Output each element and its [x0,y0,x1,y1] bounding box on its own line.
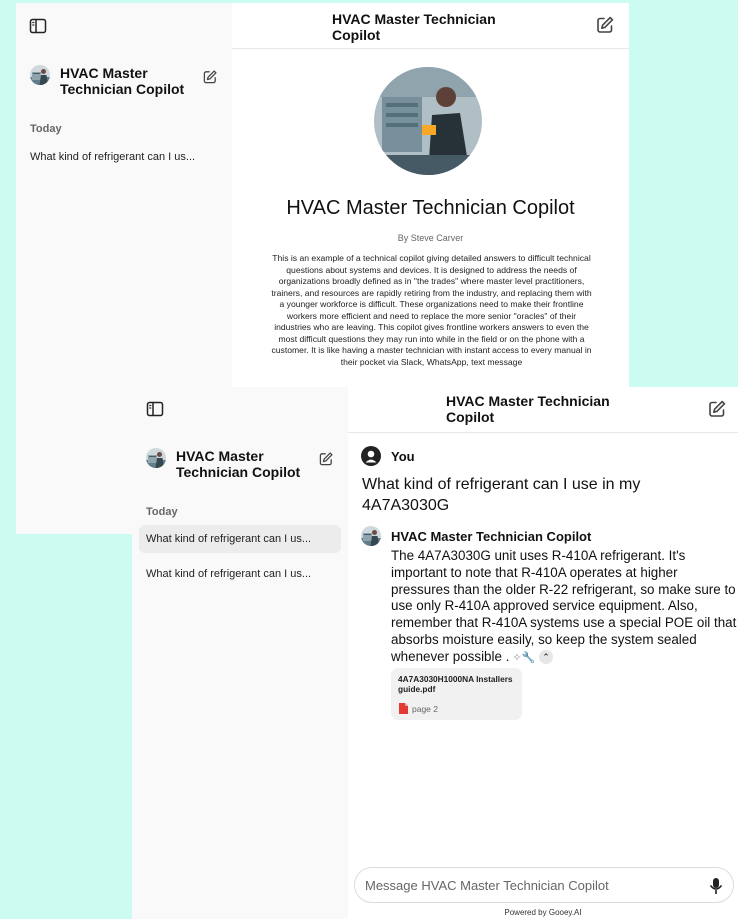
header: HVAC Master Technician Copilot [232,3,629,49]
header: HVAC Master Technician Copilot [348,387,738,433]
main-panel: HVAC Master Technician Copilot You What … [348,387,738,919]
new-chat-icon[interactable] [202,69,218,85]
section-label-today: Today [30,123,62,135]
user-icon [361,446,381,466]
sparkle-wrench-icon: ✧🔧 [509,651,536,664]
collapse-sources-button[interactable]: ⌃ [539,650,554,665]
sidebar-toggle-icon[interactable] [145,399,165,419]
new-chat-icon[interactable] [318,451,334,467]
intro-byline: By Steve Carver [397,233,464,243]
source-file-name: 4A7A3030H1000NA Installers guide.pdf [398,674,513,694]
header-title: HVAC Master Technician Copilot [332,11,496,43]
new-chat-icon[interactable] [707,399,727,419]
sidebar-bot-name: HVAC Master Technician Copilot [60,65,185,97]
bot-message: The 4A7A3030G unit uses R-410A refrigera… [391,548,738,667]
intro-description: This is an example of a technical copilo… [271,253,592,367]
bot-avatar [361,526,381,546]
source-reference-card[interactable]: 4A7A3030H1000NA Installers guide.pdf pag… [391,668,522,720]
bot-avatar [30,65,50,85]
header-title: HVAC Master Technician Copilot [446,393,610,425]
bot-message-text: The 4A7A3030G unit uses R-410A refrigera… [391,548,737,664]
user-message: What kind of refrigerant can I use in my… [362,476,641,514]
source-page-label: page 2 [412,703,438,714]
powered-by[interactable]: Powered by Gooey.AI [348,908,738,917]
microphone-icon[interactable] [709,877,723,895]
new-chat-icon[interactable] [595,15,615,35]
source-page: page 2 [398,703,515,714]
sidebar-bot-header[interactable]: HVAC Master Technician Copilot [30,65,210,97]
section-label-today: Today [146,506,178,518]
sidebar-bot-header[interactable]: HVAC Master Technician Copilot [146,448,326,480]
intro-title: HVAC Master Technician Copilot [286,197,575,219]
bot-avatar [146,448,166,468]
message-composer [354,867,734,903]
user-label: You [391,448,415,464]
user-message-header: You [361,446,415,466]
sidebar-bot-name: HVAC Master Technician Copilot [176,448,301,480]
conversation-item[interactable]: What kind of refrigerant can I us... [139,560,341,588]
bot-profile-image [374,67,482,175]
conversation-item-active[interactable]: What kind of refrigerant can I us... [139,525,341,553]
bot-message-header: HVAC Master Technician Copilot [361,526,591,546]
chat-window: HVAC Master Technician Copilot Today Wha… [132,387,738,919]
sidebar: HVAC Master Technician Copilot Today Wha… [132,387,348,919]
pdf-icon [399,703,408,714]
message-input[interactable] [365,868,665,902]
bot-label: HVAC Master Technician Copilot [391,528,592,544]
sidebar-toggle-icon[interactable] [28,16,48,36]
conversation-item[interactable]: What kind of refrigerant can I us... [23,143,227,171]
